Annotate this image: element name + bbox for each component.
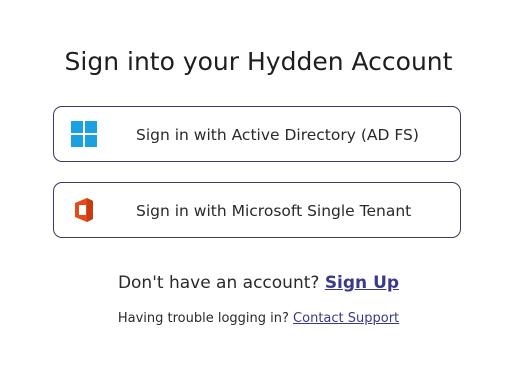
login-page: Sign into your Hydden Account Sign in wi… [0, 0, 517, 377]
page-title: Sign into your Hydden Account [64, 47, 453, 76]
sign-in-active-directory-button[interactable]: Sign in with Active Directory (AD FS) [53, 106, 461, 162]
microsoft-office-icon [71, 197, 97, 223]
sign-in-microsoft-tenant-button[interactable]: Sign in with Microsoft Single Tenant [53, 182, 461, 238]
signup-row: Don't have an account? Sign Up [0, 273, 517, 293]
windows-icon [71, 121, 97, 147]
sign-in-microsoft-tenant-label: Sign in with Microsoft Single Tenant [136, 202, 412, 220]
support-row: Having trouble logging in? Contact Suppo… [0, 311, 517, 326]
sign-in-active-directory-label: Sign in with Active Directory (AD FS) [136, 126, 419, 144]
support-prompt: Having trouble logging in? [117, 311, 289, 326]
signup-link[interactable]: Sign Up [325, 273, 399, 293]
contact-support-link[interactable]: Contact Support [293, 311, 399, 326]
signup-prompt: Don't have an account? [117, 273, 320, 293]
